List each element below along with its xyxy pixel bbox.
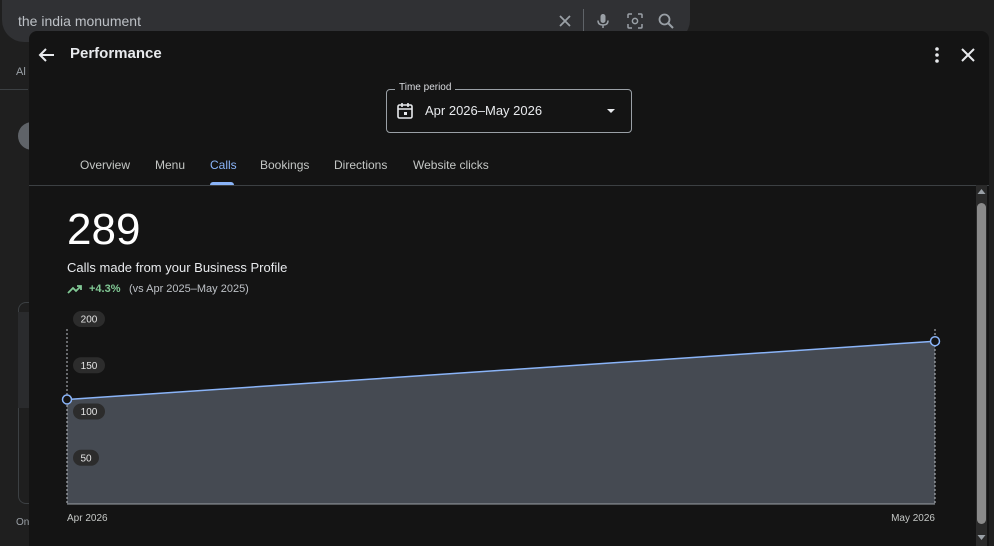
time-period-select[interactable]: Time period Apr 2026–May 2026 <box>386 82 632 133</box>
data-point <box>929 335 941 347</box>
dialog-title: Performance <box>70 45 162 62</box>
scrollbar-thumb[interactable] <box>977 203 986 524</box>
background-divider <box>0 89 28 90</box>
camera-lens-icon[interactable] <box>626 12 644 30</box>
time-period-value: Apr 2026–May 2026 <box>425 103 543 118</box>
calendar-icon <box>397 103 413 119</box>
calls-count: 289 <box>67 205 141 254</box>
y-tick-label: 100 <box>81 407 98 418</box>
tab-calls[interactable]: Calls <box>210 158 237 172</box>
y-tick-label: 200 <box>81 315 98 326</box>
tab-menu[interactable]: Menu <box>155 158 185 172</box>
microphone-icon[interactable] <box>594 12 612 30</box>
y-tick-label: 150 <box>81 361 98 372</box>
performance-dialog: Performance Time period Apr 2026–May 202… <box>29 31 989 546</box>
x-tick-label: Apr 2026 <box>67 513 108 524</box>
tab-directions[interactable]: Directions <box>334 158 387 172</box>
chart-area <box>67 341 935 504</box>
comparison-period: (vs Apr 2025–May 2025) <box>129 283 249 295</box>
y-tick-label: 50 <box>80 453 92 464</box>
x-tick-label: May 2026 <box>891 513 935 524</box>
active-tab-indicator <box>210 182 234 185</box>
search-query[interactable]: the india monument <box>18 13 141 29</box>
back-arrow-icon[interactable] <box>35 43 59 67</box>
change-percent: +4.3% <box>89 283 121 295</box>
trending-up-icon <box>67 285 82 294</box>
data-point <box>61 394 73 405</box>
more-options-icon[interactable] <box>927 43 947 67</box>
dropdown-caret-icon <box>607 109 615 113</box>
tab-overview[interactable]: Overview <box>80 158 130 172</box>
clear-icon[interactable] <box>556 12 574 30</box>
time-period-label: Time period <box>395 82 456 93</box>
scrollbar[interactable] <box>974 185 989 546</box>
scroll-up-arrow-icon[interactable] <box>976 185 987 199</box>
tab-bookings[interactable]: Bookings <box>260 158 309 172</box>
metric-tabs: Overview Menu Calls Bookings Directions … <box>29 149 989 186</box>
search-divider <box>583 9 584 33</box>
scroll-down-arrow-icon[interactable] <box>976 530 987 544</box>
background-tab-fragment: Al <box>16 66 26 78</box>
search-icon[interactable] <box>657 12 675 30</box>
metric-description: Calls made from your Business Profile <box>67 260 288 275</box>
tab-website-clicks[interactable]: Website clicks <box>413 158 489 172</box>
close-icon[interactable] <box>956 43 980 67</box>
background-footer-fragment: On <box>16 517 30 528</box>
calls-area-chart: 200 150 100 50 Apr 2026 May 2026 <box>61 311 941 524</box>
